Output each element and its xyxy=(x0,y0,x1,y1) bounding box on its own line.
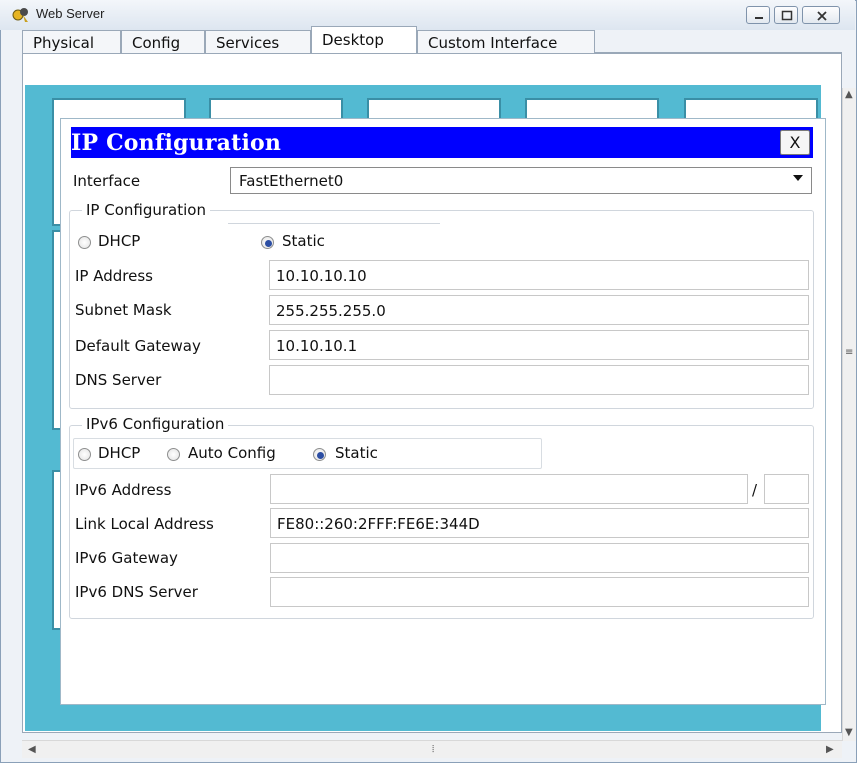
server-app-icon xyxy=(12,6,30,24)
prefix-slash: / xyxy=(752,481,758,499)
subnet-mask-input[interactable]: 255.255.255.0 xyxy=(269,295,809,325)
ipv4-group-legend: IP Configuration xyxy=(82,201,210,219)
scroll-left-icon[interactable]: ◀ xyxy=(28,745,36,755)
vertical-scrollbar[interactable]: ▲ ≡ ▼ xyxy=(842,88,856,741)
close-window-button[interactable] xyxy=(802,6,840,24)
ipv6-dns-server-label: IPv6 DNS Server xyxy=(75,583,198,601)
minimize-icon xyxy=(755,17,763,19)
dns-server-input[interactable] xyxy=(269,365,809,395)
ipv6-gateway-label: IPv6 Gateway xyxy=(75,549,178,567)
ipv6-dhcp-radio[interactable] xyxy=(78,448,91,461)
link-local-address-input[interactable]: FE80::260:2FFF:FE6E:344D xyxy=(270,508,809,538)
ipv6-auto-config-label[interactable]: Auto Config xyxy=(188,444,276,462)
ipv6-gateway-input[interactable] xyxy=(270,543,809,573)
ipv6-address-label: IPv6 Address xyxy=(75,481,172,499)
scroll-grip-icon[interactable]: ≡ xyxy=(845,348,853,358)
ipv6-dhcp-label[interactable]: DHCP xyxy=(98,444,140,462)
default-gateway-input[interactable]: 10.10.10.1 xyxy=(269,330,809,360)
dns-server-label: DNS Server xyxy=(75,371,162,389)
link-local-address-label: Link Local Address xyxy=(75,515,214,533)
ipv6-group-legend: IPv6 Configuration xyxy=(82,415,229,433)
ipv6-mode-box xyxy=(73,438,542,469)
group-divider xyxy=(228,223,440,224)
ip-address-label: IP Address xyxy=(75,267,153,285)
maximize-button[interactable] xyxy=(774,6,798,24)
ip-address-input[interactable]: 10.10.10.10 xyxy=(269,260,809,290)
minimize-button[interactable] xyxy=(746,6,770,24)
dialog-title: IP Configuration xyxy=(71,130,282,156)
scroll-down-icon[interactable]: ▼ xyxy=(845,728,853,738)
tab-custom-interface[interactable]: Custom Interface xyxy=(417,30,595,53)
maximize-icon xyxy=(781,10,793,21)
tab-services[interactable]: Services xyxy=(205,30,311,53)
scroll-up-icon[interactable]: ▲ xyxy=(845,90,853,100)
close-icon xyxy=(817,11,827,21)
subnet-mask-label: Subnet Mask xyxy=(75,301,172,319)
scroll-right-icon[interactable]: ▶ xyxy=(826,745,834,755)
ipv6-address-input[interactable] xyxy=(270,474,748,504)
ipv6-auto-config-radio[interactable] xyxy=(167,448,180,461)
tab-config[interactable]: Config xyxy=(121,30,205,53)
ipv4-static-label[interactable]: Static xyxy=(282,232,325,250)
interface-select[interactable]: FastEthernet0 xyxy=(230,167,812,194)
horizontal-scrollbar[interactable]: ◀ ⦙ ▶ xyxy=(22,740,842,758)
ipv6-static-label[interactable]: Static xyxy=(335,444,378,462)
tab-desktop[interactable]: Desktop xyxy=(311,26,417,54)
dialog-close-button[interactable]: X xyxy=(780,130,810,155)
ipv6-static-radio[interactable] xyxy=(313,448,326,461)
default-gateway-label: Default Gateway xyxy=(75,337,201,355)
ipv6-dns-server-input[interactable] xyxy=(270,577,809,607)
scroll-grip-icon[interactable]: ⦙ xyxy=(432,745,434,755)
ipv4-dhcp-label[interactable]: DHCP xyxy=(98,232,140,250)
tab-physical[interactable]: Physical xyxy=(22,30,121,53)
interface-label: Interface xyxy=(73,172,141,190)
window-title: Web Server xyxy=(36,6,105,21)
window-titlebar xyxy=(0,0,855,30)
ipv4-dhcp-radio[interactable] xyxy=(78,236,91,249)
ipv6-prefix-input[interactable] xyxy=(764,474,809,504)
chevron-down-icon xyxy=(793,175,803,181)
ipv4-static-radio[interactable] xyxy=(261,236,274,249)
